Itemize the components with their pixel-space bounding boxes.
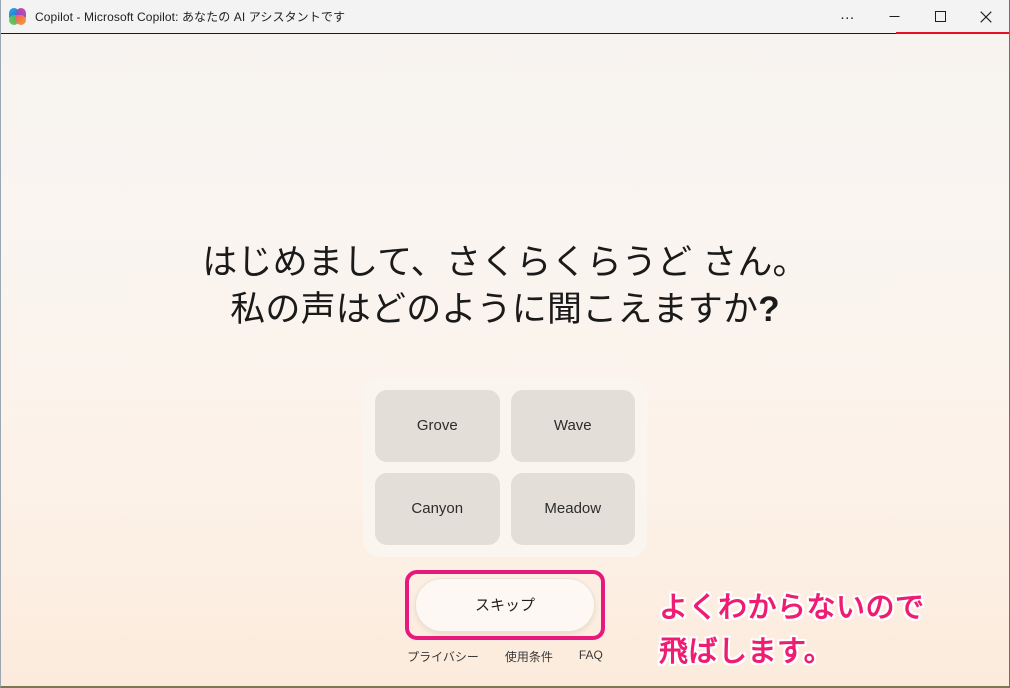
voice-option-grove[interactable]: Grove bbox=[375, 389, 500, 462]
voice-options-panel: Grove Wave Canyon Meadow bbox=[363, 377, 647, 557]
faq-link[interactable]: FAQ bbox=[579, 648, 603, 665]
heading-line-2-text: 私の声はどのように聞こえますか bbox=[230, 289, 759, 329]
heading-line-1: はじめまして、さくらくらうど さん。 bbox=[202, 243, 808, 282]
close-icon[interactable] bbox=[963, 0, 1009, 33]
voice-option-meadow[interactable]: Meadow bbox=[510, 472, 635, 545]
heading-question-mark: ? bbox=[758, 289, 780, 329]
minimize-icon[interactable] bbox=[871, 0, 917, 33]
more-options-icon[interactable]: … bbox=[825, 0, 871, 33]
title-bar: Copilot - Microsoft Copilot: あなたの AI アシス… bbox=[1, 0, 1009, 34]
onboarding-content: はじめまして、さくらくらうど さん。 私の声はどのように聞こえますか? Grov… bbox=[1, 34, 1009, 686]
maximize-icon[interactable] bbox=[917, 0, 963, 33]
annotation-line-2: 飛ばします。 bbox=[659, 636, 834, 669]
skip-button[interactable]: スキップ bbox=[415, 577, 595, 632]
heading-line-2: 私の声はどのように聞こえますか? bbox=[202, 287, 808, 334]
copilot-window: Copilot - Microsoft Copilot: あなたの AI アシス… bbox=[0, 0, 1010, 688]
terms-link[interactable]: 使用条件 bbox=[505, 648, 553, 665]
footer-links: プライバシー 使用条件 FAQ bbox=[407, 648, 603, 665]
privacy-link[interactable]: プライバシー bbox=[407, 648, 479, 665]
skip-button-container: スキップ bbox=[405, 569, 605, 640]
window-controls: … bbox=[825, 0, 1009, 33]
window-title: Copilot - Microsoft Copilot: あなたの AI アシス… bbox=[35, 10, 346, 24]
annotation-note: よくわからないので 飛ばします。 bbox=[659, 586, 925, 674]
annotation-line-1: よくわからないので bbox=[659, 592, 925, 624]
voice-option-wave[interactable]: Wave bbox=[510, 389, 635, 462]
page-title: はじめまして、さくらくらうど さん。 私の声はどのように聞こえますか? bbox=[202, 240, 808, 334]
copilot-icon bbox=[9, 8, 26, 25]
voice-option-canyon[interactable]: Canyon bbox=[375, 472, 500, 545]
